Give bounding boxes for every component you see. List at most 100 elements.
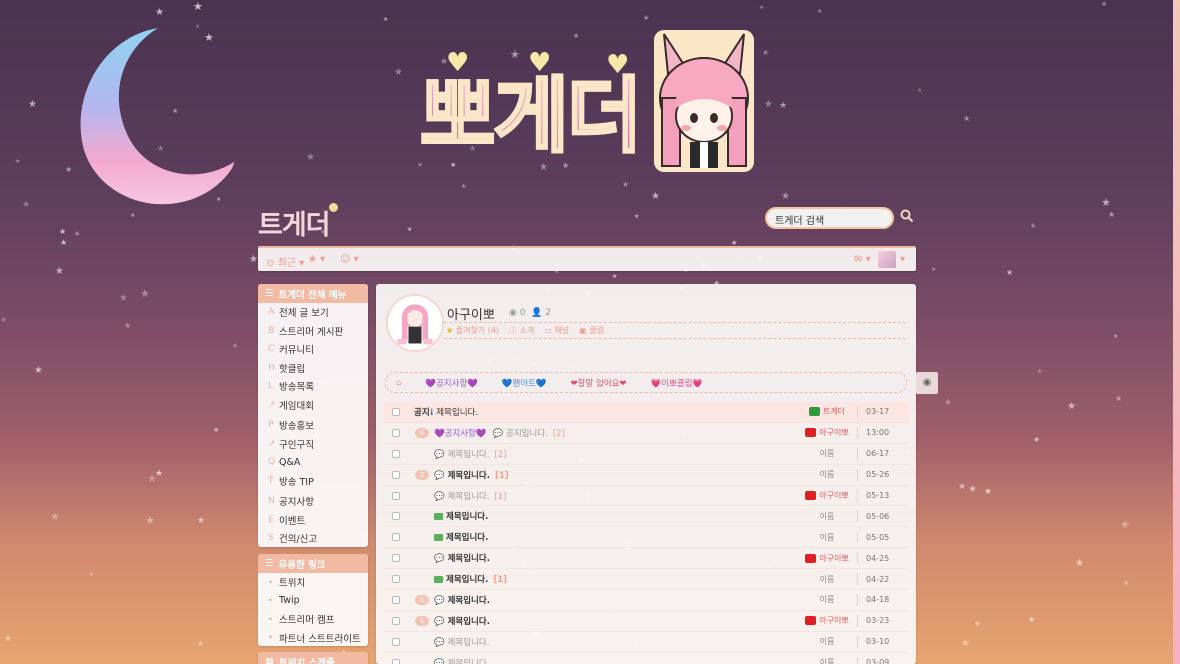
sidebar-menu-item[interactable]: S 건의/신고 [258,529,368,547]
post-author[interactable]: 아구이뽀 [794,490,860,501]
post-row[interactable]: 제목입니다. [1] 이름 04-22 [384,569,909,591]
user-menu-chevron-icon[interactable]: ▾ [900,254,905,265]
mail-menu[interactable]: ✉ ▾ [854,254,871,265]
streamer-avatar[interactable] [386,294,444,352]
post-row[interactable]: 1 💬 제목입니다. 이름 04-18 [384,590,909,611]
post-author[interactable]: 아구이뽀 [794,427,860,438]
sidebar-menu-item[interactable]: T 방송 TIP [258,472,368,491]
home-icon[interactable]: ⌂ [396,378,401,388]
post-author[interactable]: 이름 [794,657,860,664]
sidebar-menu-item[interactable]: ↗ 게임대회 [258,396,368,415]
intro-link[interactable]: ⓘ 소개 [509,325,534,336]
post-title-link[interactable]: 💬 제목입니다. [1] [434,469,509,481]
user-avatar[interactable] [878,251,896,268]
post-author[interactable]: 아구이뽀 [794,553,860,564]
channel-link[interactable]: ▭ 채널 [544,325,569,336]
sidebar-link-item[interactable]: • 트위치 [258,573,368,592]
post-author[interactable]: 이름 [794,532,860,543]
post-row[interactable]: 💬 제목입니다. [2] 이름 06-17 [384,444,909,465]
select-checkbox[interactable] [392,428,400,437]
post-title-link[interactable]: 💬 제목입니다. [434,594,490,606]
post-row[interactable]: 💬 제목입니다. 이름 03-10 [384,632,909,653]
post-title-link[interactable]: 💬 제목입니다. [1] [434,490,506,502]
post-author[interactable]: 이름 [794,574,860,585]
post-row[interactable]: 2 💬 제목입니다. [1] 이름 05-26 [384,465,909,486]
select-checkbox[interactable] [392,658,400,664]
post-row[interactable]: 제목입니다. 이름 05-05 [384,527,909,549]
select-checkbox[interactable] [392,470,400,479]
post-author[interactable]: 아구이뽀 [794,615,860,626]
category-fanart[interactable]: 💙팬아트💙 [502,377,547,389]
post-row[interactable]: 💬 제목입니다. [1] 아구이뽀 05-13 [384,486,909,507]
select-checkbox[interactable] [392,596,400,605]
site-banner-logo[interactable]: ♥ ♥ ♥ 뽀게더 [418,28,758,188]
post-title-link[interactable]: ℹ 제목입니다. [430,406,478,418]
select-checkbox[interactable] [392,408,400,416]
sidebar-menu-item[interactable]: B 스트리머 게시판 [258,322,368,341]
sidebar-menu-item[interactable]: N 공지사항 [258,492,368,511]
sidebar-link-item[interactable]: • Twip [258,592,368,611]
post-author[interactable]: 이름 [794,511,860,522]
post-date: 04-25 [866,553,890,563]
site-logo[interactable]: 트게더 [258,203,338,242]
page-scrollbar[interactable] [1173,0,1180,664]
select-checkbox[interactable] [392,616,400,625]
post-title-link[interactable]: 💬 제목입니다. [434,615,490,627]
post-list: 공지 ℹ 제목입니다. 트게더 03-17 4 💜공지사항💜 💬 공지입니다. [2] 아구이뽀 13… [384,402,909,664]
post-title-link[interactable]: 제목입니다. [434,510,488,522]
select-checkbox[interactable] [392,491,400,500]
post-author[interactable]: 트게더 [794,406,860,417]
post-title-link[interactable]: 💬 제목입니다. [434,552,490,564]
favorites-menu[interactable]: ★ ▾ [308,254,325,265]
post-row[interactable]: 4 💜공지사항💜 💬 공지입니다. [2] 아구이뽀 13:00 [384,423,909,444]
star-icon: ★ [0,315,8,324]
sidebar-menu-item[interactable]: L 방송목록 [258,377,368,396]
select-checkbox[interactable] [392,575,400,584]
post-row[interactable]: 💬 제목입니다. 아구이뽀 04-25 [384,548,909,570]
post-author[interactable]: 이름 [794,636,860,647]
category-talk[interactable]: ❤할말 있어요❤ [571,377,627,389]
select-checkbox[interactable] [392,512,400,521]
post-author[interactable]: 이름 [794,594,860,605]
category-clip[interactable]: 💗이뽀클립💗 [651,377,703,389]
star-icon: ★ [22,200,31,210]
star-icon: ★ [147,472,157,485]
sidebar-menu-item[interactable]: Q Q&A [258,453,368,472]
clip-link[interactable]: ▣ 클립 [579,325,604,336]
select-checkbox[interactable] [392,554,400,563]
post-title-link[interactable]: 제목입니다. [1] [434,573,507,585]
select-checkbox[interactable] [392,533,400,542]
eye-icon[interactable]: ◉ [916,372,938,394]
post-title-link[interactable]: 💬 제목입니다. [2] [434,448,506,460]
avatar-illustration [388,296,442,350]
category-notice[interactable]: 💜공지사항💜 [425,377,477,389]
post-title-link[interactable]: 💬 제목입니다. [434,657,489,664]
search-icon[interactable] [900,209,914,223]
post-author[interactable]: 이름 [794,448,860,459]
sidebar-menu-item[interactable]: H 핫클립 [258,359,368,378]
favorite-link[interactable]: ★ 즐겨찾기 (4) [446,325,499,336]
sidebar-menu-item[interactable]: P 방송홍보 [258,416,368,435]
search-input[interactable]: 트게더 검색 [765,207,894,229]
post-row[interactable]: 공지 ℹ 제목입니다. 트게더 03-17 [384,402,909,423]
select-checkbox[interactable] [392,449,400,458]
sidebar-menu-item[interactable]: E 이벤트 [258,511,368,530]
post-title-link[interactable]: 제목입니다. [434,531,488,543]
sidebar-menu-item[interactable]: ↗ 구인구직 [258,435,368,454]
views-icon: ◉ [509,308,517,318]
sidebar-links-list: • 트위치 • Twip • 스트리머 캠프 • 파트너 스트트라이트 [258,573,368,646]
post-author[interactable]: 이름 [794,469,860,480]
emoji-menu[interactable]: ☺ ▾ [340,254,359,265]
menu-item-label: 건의/신고 [279,534,318,546]
sidebar-link-item[interactable]: • 파트너 스트트라이트 [258,629,368,647]
select-checkbox[interactable] [392,637,400,646]
post-row[interactable]: 1 💬 제목입니다. 아구이뽀 03-23 [384,611,909,632]
sidebar-menu-item[interactable]: C 커뮤니티 [258,340,368,359]
post-row[interactable]: 제목입니다. 이름 05-06 [384,506,909,528]
recent-menu[interactable]: ⊙ 최근 ▾ [266,254,304,269]
sidebar-menu-item[interactable]: A 전체 글 보기 [258,303,368,322]
post-title-link[interactable]: 💬 제목입니다. [434,636,489,648]
post-title-link[interactable]: 💜공지사항💜 💬 공지입니다. [2] [434,427,565,439]
sidebar-link-item[interactable]: • 스트리머 캠프 [258,610,368,629]
post-row[interactable]: 💬 제목입니다. 이름 03-09 [384,653,909,664]
